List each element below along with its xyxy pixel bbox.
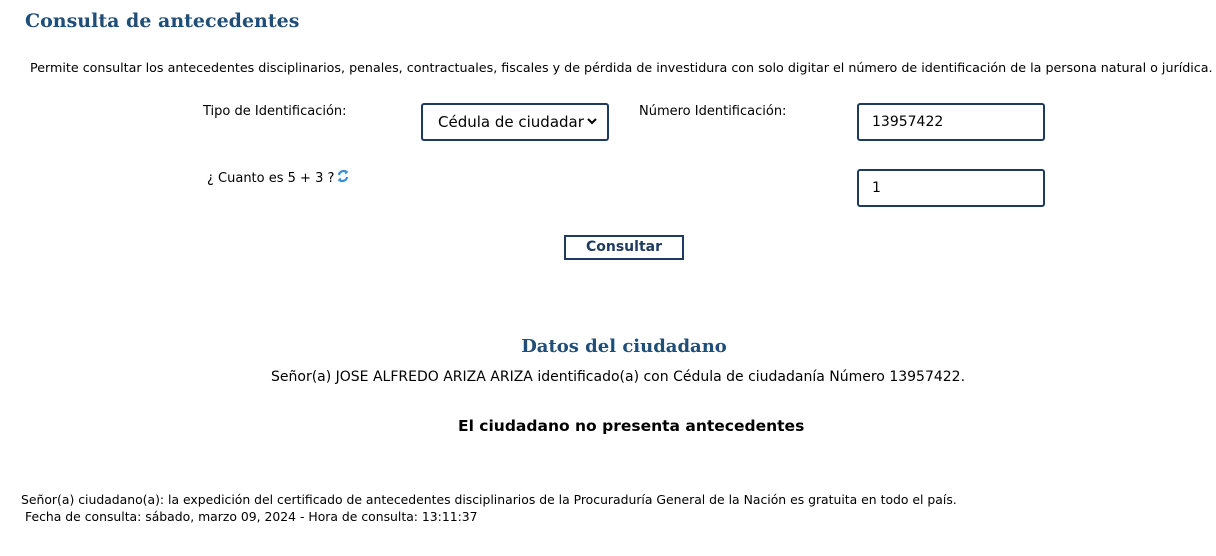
intro-text: Permite consultar los antecedentes disci… — [30, 60, 1213, 75]
refresh-icon[interactable] — [336, 168, 350, 184]
section-title: Datos del ciudadano — [521, 336, 727, 357]
footer-timestamp: Fecha de consulta: sábado, marzo 09, 202… — [25, 509, 478, 524]
id-type-select[interactable]: Cédula de ciudadar — [421, 103, 609, 141]
result-status: El ciudadano no presenta antecedentes — [458, 417, 805, 435]
id-number-label: Número Identificación: — [639, 104, 787, 119]
page-title: Consulta de antecedentes — [25, 10, 300, 32]
id-type-selected-value: Cédula de ciudadar — [438, 113, 584, 131]
consultar-button[interactable]: Consultar — [564, 235, 684, 260]
id-type-label: Tipo de Identificación: — [203, 104, 347, 119]
chevron-down-icon — [587, 118, 597, 125]
footer-notice: Señor(a) ciudadano(a): la expedición del… — [21, 492, 957, 507]
citizen-info: Señor(a) JOSE ALFREDO ARIZA ARIZA identi… — [271, 369, 966, 385]
captcha-answer-input[interactable] — [857, 169, 1045, 207]
id-number-input[interactable] — [857, 103, 1045, 141]
captcha-question: ¿ Cuanto es 5 + 3 ? — [207, 171, 335, 186]
